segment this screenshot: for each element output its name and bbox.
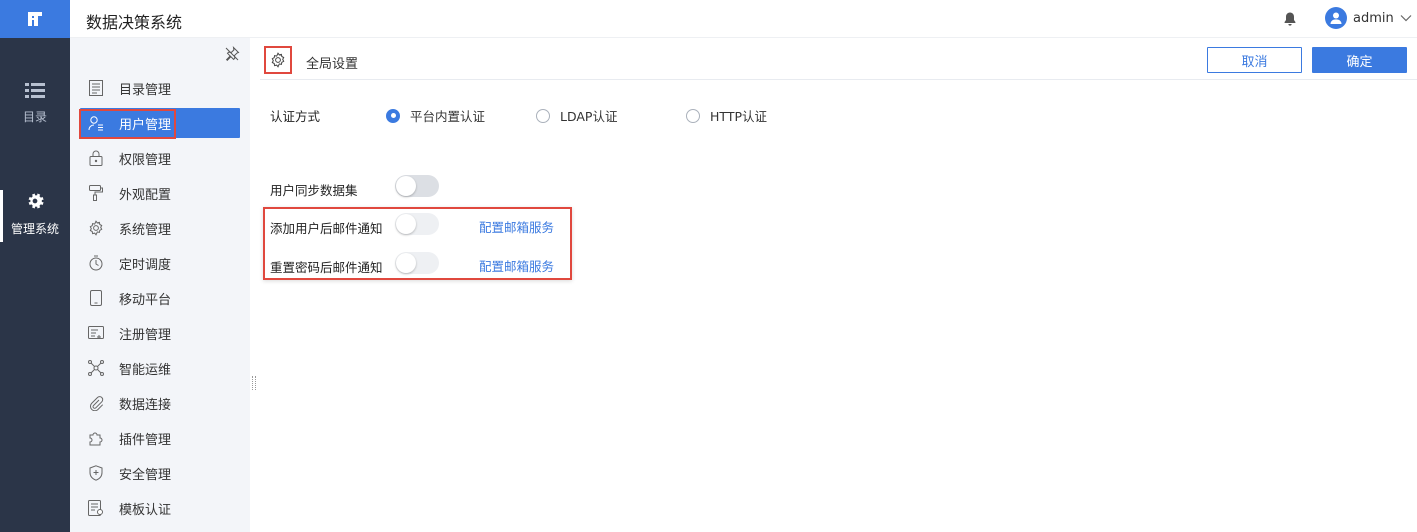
mobile-icon [88,290,104,306]
network-icon [88,360,104,376]
radio-selected-icon [386,108,400,123]
sidebar-item-label: 模板认证 [119,502,172,518]
logo-icon [28,12,42,26]
pin-icon[interactable] [224,46,240,62]
highlight-frame-users [79,109,176,139]
sidebar-item-system[interactable]: 系统管理 [80,213,240,243]
radio-ldap-auth[interactable]: LDAP认证 [536,106,617,125]
radio-http-auth[interactable]: HTTP认证 [686,106,767,125]
paint-roller-icon [88,185,104,201]
bell-icon[interactable] [1282,11,1298,27]
sidebar-item-label: 安全管理 [119,467,172,483]
sidebar-item-label: 移动平台 [119,292,172,308]
page-title: 全局设置 [306,57,359,72]
admin-menu: 目录管理 用户管理 权限管理 外观配置 系统管理 定时调度 移动平台 注册管理 [80,73,240,528]
username: admin [1353,10,1394,26]
settings-button[interactable] [264,46,292,74]
radio-label: LDAP认证 [560,109,618,124]
user-sync-toggle[interactable] [395,175,439,197]
sidebar-item-label: 注册管理 [119,327,172,343]
sidebar-item-label: 目录管理 [119,82,172,98]
sidebar-item-label: 插件管理 [119,432,172,448]
app-logo[interactable] [0,0,70,38]
user-menu[interactable]: admin [1325,7,1412,29]
timer-icon [88,255,104,271]
radio-unselected-icon [686,108,700,123]
user-avatar-icon [1330,12,1342,24]
sidebar-item-label: 智能运维 [119,362,172,378]
resize-handle[interactable] [252,376,256,390]
sidebar-item-ops[interactable]: 智能运维 [80,353,240,383]
sidebar-item-permissions[interactable]: 权限管理 [80,143,240,173]
link-clip-icon [88,395,104,411]
app-title: 数据决策系统 [86,13,183,32]
list-icon [25,83,45,98]
lock-icon [88,150,104,166]
sidebar-item-label: 外观配置 [119,187,172,203]
main-panel: 全局设置 取消 确定 认证方式 平台内置认证 LDAP认证 HTTP认证 用户同… [260,38,1417,532]
gear-icon [28,193,44,209]
sidebar-item-mobile[interactable]: 移动平台 [80,283,240,313]
catalog-list-icon [88,80,104,96]
gear-icon [271,52,285,68]
sidebar-item-label: 系统管理 [119,222,172,238]
gear-icon [88,220,104,236]
sidebar-item-label: 权限管理 [119,152,172,168]
rail-catalog-label: 目录 [22,110,47,124]
user-sync-label: 用户同步数据集 [270,183,358,198]
rail-catalog[interactable]: 目录 [0,82,70,125]
sidebar-item-security[interactable]: 安全管理 [80,458,240,488]
radio-label: 平台内置认证 [410,109,486,124]
avatar [1325,7,1347,29]
sidebar-item-schedule[interactable]: 定时调度 [80,248,240,278]
cancel-button[interactable]: 取消 [1207,47,1302,73]
puzzle-icon [88,430,104,446]
rail-admin-label: 管理系统 [10,222,59,236]
top-header: 数据决策系统 admin [70,0,1417,38]
sidebar-item-label: 数据连接 [119,397,172,413]
app-rail: 目录 管理系统 [0,0,70,532]
sidebar-item-template-auth[interactable]: 模板认证 [80,493,240,523]
sidebar-item-label: 定时调度 [119,257,172,273]
register-icon [88,325,104,341]
auth-method-label: 认证方式 [270,109,321,124]
main-toolbar: 全局设置 取消 确定 [260,38,1417,80]
template-icon [88,500,104,516]
shield-icon [88,465,104,481]
radio-unselected-icon [536,108,550,123]
sidebar-item-appearance[interactable]: 外观配置 [80,178,240,208]
sidebar-item-catalog[interactable]: 目录管理 [80,73,240,103]
rail-admin-system[interactable]: 管理系统 [0,190,70,242]
highlight-frame-mail [263,207,572,280]
toggle-knob [396,176,416,196]
radio-label: HTTP认证 [710,109,767,124]
sidebar-item-data-connection[interactable]: 数据连接 [80,388,240,418]
radio-builtin-auth[interactable]: 平台内置认证 [386,106,485,125]
confirm-button[interactable]: 确定 [1312,47,1407,73]
sidebar-item-register[interactable]: 注册管理 [80,318,240,348]
chevron-down-icon [1400,15,1412,22]
sidebar-item-plugins[interactable]: 插件管理 [80,423,240,453]
